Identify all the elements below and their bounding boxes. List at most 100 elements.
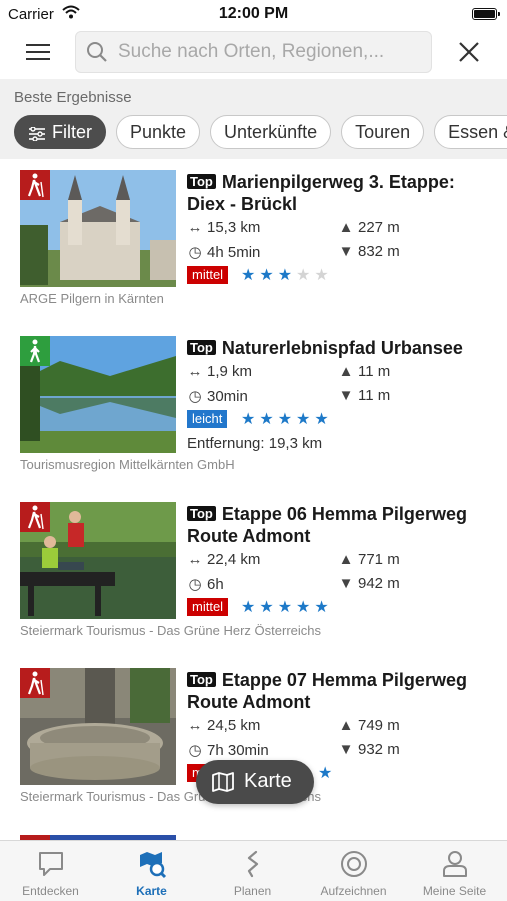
rating-stars: ★: [318, 765, 337, 782]
section-label: Beste Ergebnisse: [14, 89, 132, 106]
descent-icon: ▼: [338, 387, 354, 404]
tab-planen[interactable]: Planen: [202, 841, 303, 901]
ascent-icon: ▲: [338, 219, 354, 236]
distance-stat: ↔ 22,4 km: [187, 551, 261, 568]
clock-icon: ◷: [188, 576, 202, 593]
tab-label: Planen: [233, 884, 272, 898]
ascent-stat: ▲ 771 m: [338, 551, 400, 568]
away-distance: Entfernung: 19,3 km: [187, 435, 323, 452]
clock: 12:00 PM: [218, 5, 289, 22]
result-title: Top Naturerlebnispfad Urbansee: [187, 337, 487, 359]
rating-stars: ★★★★★: [241, 267, 333, 284]
hiking-category-icon: [20, 336, 50, 366]
distance-icon: ↔: [187, 551, 203, 568]
tab-label: Karte: [136, 884, 167, 898]
route-icon: [247, 850, 259, 878]
ascent-value: 227 m: [358, 219, 400, 236]
result-title-text: Etappe 07 Hemma Pilgerweg Route Admont: [187, 670, 467, 712]
map-search-icon: [140, 852, 167, 879]
chat-bubble-icon: [39, 852, 63, 876]
duration-stat: ◷ 6h: [187, 575, 224, 593]
person-icon: [443, 851, 467, 877]
ascent-stat: ▲ 227 m: [338, 219, 400, 236]
ascent-stat: ▲ 11 m: [338, 363, 391, 380]
record-icon: [341, 851, 367, 877]
difficulty-badge: mittel: [187, 598, 229, 616]
clock-icon: ◷: [188, 388, 202, 405]
filter-chip-filter[interactable]: Filter: [14, 115, 106, 149]
descent-stat: ▼ 832 m: [338, 243, 400, 260]
filter-chips: Filter Punkte Unterkünfte Touren Essen &: [14, 115, 507, 149]
result-source: ARGE Pilgern in Kärnten: [20, 291, 164, 306]
tab-karte[interactable]: Karte: [101, 841, 202, 901]
result-title-text: Naturerlebnispfad Urbansee: [221, 338, 463, 358]
hiking-category-icon: [20, 502, 50, 532]
tab-bar: Entdecken Karte Planen Aufzeichnen Meine…: [0, 840, 507, 901]
descent-icon: ▼: [338, 741, 354, 758]
ascent-icon: ▲: [338, 551, 354, 568]
search-icon: [86, 41, 108, 68]
distance-icon: ↔: [187, 219, 203, 236]
result-title-text: Marienpilgerweg 3. Etappe: Diex - Brückl: [187, 172, 455, 214]
descent-stat: ▼ 942 m: [338, 575, 400, 592]
duration-value: 6h: [207, 576, 224, 593]
filter-section: Beste Ergebnisse Filter Punkte Unterkünfte…: [0, 79, 507, 159]
close-icon[interactable]: [455, 38, 483, 66]
descent-value: 942 m: [358, 575, 400, 592]
distance-value: 15,3 km: [207, 219, 261, 236]
descent-value: 832 m: [358, 243, 400, 260]
descent-value: 932 m: [358, 741, 400, 758]
result-item[interactable]: Top Naturerlebnispfad Urbansee ↔ 1,9 km ▲ 1…: [0, 325, 507, 491]
ascent-stat: ▲ 749 m: [338, 717, 400, 734]
duration-stat: ◷ 4h 5min: [187, 243, 260, 261]
menu-button[interactable]: [16, 36, 52, 68]
ascent-value: 11 m: [358, 363, 391, 380]
hiking-category-icon: [20, 170, 50, 200]
result-source: Steiermark Tourismus - Das Grüne Herz Ös…: [20, 623, 322, 638]
result-title: Top Etappe 07 Hemma Pilgerweg Route Admon…: [187, 669, 487, 713]
difficulty-badge: leicht: [187, 410, 228, 428]
distance-stat: ↔ 1,9 km: [187, 363, 253, 380]
battery-icon: [472, 8, 500, 20]
tab-entdecken[interactable]: Entdecken: [0, 841, 101, 901]
map-button[interactable]: Karte: [196, 760, 314, 804]
search-box[interactable]: [75, 31, 432, 73]
descent-icon: ▼: [338, 243, 354, 260]
result-thumbnail: [20, 170, 176, 287]
result-item[interactable]: Top Marienpilgerweg 3. Etappe: Diex - Brü…: [0, 159, 507, 325]
filter-chip-unterkuenfte[interactable]: Unterkünfte: [210, 115, 332, 149]
descent-value: 11 m: [358, 387, 391, 404]
descent-icon: ▼: [338, 575, 354, 592]
tab-aufzeichnen[interactable]: Aufzeichnen: [303, 841, 404, 901]
tab-label: Meine Seite: [422, 884, 487, 898]
distance-stat: ↔ 15,3 km: [187, 219, 261, 236]
ascent-value: 749 m: [358, 717, 400, 734]
tab-meine-seite[interactable]: Meine Seite: [404, 841, 505, 901]
result-source: Tourismusregion Mittelkärnten GmbH: [20, 457, 235, 472]
hiking-category-icon: [20, 668, 50, 698]
tab-label: Entdecken: [22, 884, 79, 898]
search-header: [0, 28, 507, 78]
distance-stat: ↔ 24,5 km: [187, 717, 261, 734]
result-item[interactable]: Top Etappe 06 Hemma Pilgerweg Route Admon…: [0, 491, 507, 657]
result-thumbnail: [20, 668, 176, 785]
filter-chip-essen[interactable]: Essen &: [434, 115, 507, 149]
sliders-icon: [29, 126, 45, 142]
result-title-text: Etappe 06 Hemma Pilgerweg Route Admont: [187, 504, 467, 546]
top-badge: Top: [187, 174, 216, 189]
top-badge: Top: [187, 672, 216, 687]
tab-label: Aufzeichnen: [320, 884, 387, 898]
duration-value: 4h 5min: [207, 244, 261, 261]
filter-chip-touren[interactable]: Touren: [341, 115, 425, 149]
result-title: Top Etappe 06 Hemma Pilgerweg Route Admon…: [187, 503, 487, 547]
chip-label: Filter: [52, 122, 92, 142]
descent-stat: ▼ 932 m: [338, 741, 400, 758]
result-title: Top Marienpilgerweg 3. Etappe: Diex - Brü…: [187, 171, 487, 215]
top-badge: Top: [187, 340, 216, 355]
duration-stat: ◷ 7h 30min: [187, 741, 268, 759]
distance-icon: ↔: [187, 717, 203, 734]
ascent-icon: ▲: [338, 717, 354, 734]
search-input[interactable]: [118, 40, 418, 64]
filter-chip-punkte[interactable]: Punkte: [116, 115, 201, 149]
ascent-value: 771 m: [358, 551, 400, 568]
